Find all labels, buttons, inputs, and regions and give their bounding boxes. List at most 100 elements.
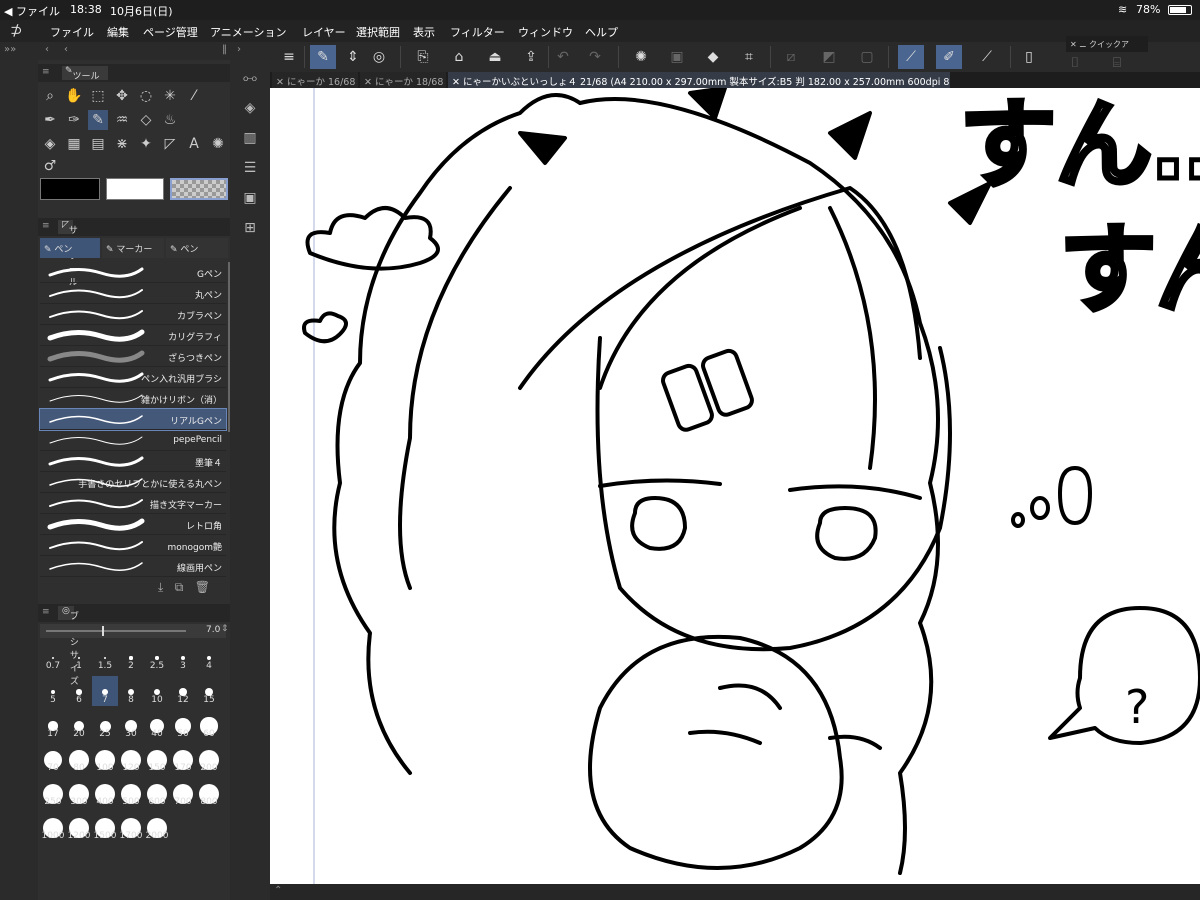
brush-size-option[interactable]: 500 [118,778,144,808]
brush-size-option[interactable]: 5 [40,676,66,706]
menu-layer[interactable]: レイヤー [302,24,346,40]
brush-size-option[interactable]: 4 [196,642,222,672]
menu-window[interactable]: ウィンドウ [518,24,573,40]
brush-size-option[interactable]: 60 [196,710,222,740]
slider-handle[interactable] [102,626,104,636]
menu-filter[interactable]: フィルター [450,24,505,40]
color-circle-icon[interactable]: ◎ [366,45,392,69]
brush-item[interactable]: 雑かけリボン（消） [40,388,226,409]
menu-page[interactable]: ページ管理 [143,24,198,40]
drag-handle-icon[interactable]: ≡ [42,67,50,77]
create-subtool-icon[interactable]: ⧉ [175,580,184,594]
brush-size-option[interactable]: 250 [40,778,66,808]
sliders-icon[interactable]: ⧟ [240,68,260,88]
menu-edit[interactable]: 編集 [107,24,129,40]
brush-size-slider[interactable]: 7.0 ⇕ [40,624,229,638]
document-tab-active[interactable]: ✕ にゃーかいぶといっしょ４ 21/68 (A4 210.00 x 297.00… [448,72,950,88]
brush-size-option[interactable]: 2.5 [144,642,170,672]
lasso-tool-icon[interactable]: ◌ [136,86,156,106]
transparent-color-swatch[interactable] [170,178,228,200]
select-icon[interactable]: ▢ [854,45,880,69]
brush-size-tab[interactable]: ◎ ブラシサイズ [58,606,79,687]
balloon-icon[interactable]: ◸ [160,134,180,154]
quick-access-icon[interactable]: ⌷ [1062,56,1088,70]
brush-size-option[interactable]: 80 [66,744,92,774]
brush-item[interactable]: カリグラフィ [40,325,226,346]
airbrush-icon[interactable]: ♒ [112,110,132,130]
fountain-pen-icon[interactable]: ✑ [64,110,84,130]
brush-size-option[interactable]: 70 [40,744,66,774]
gradient-icon[interactable]: ▦ [64,134,84,154]
layers-icon[interactable]: ◈ [240,98,260,118]
expand-up-icon[interactable]: ⌃ [274,885,282,896]
figure-icon[interactable]: ✦ [136,134,156,154]
menu-view[interactable]: 表示 [413,24,435,40]
move-tool-icon[interactable]: ✥ [112,86,132,106]
stepper-icon[interactable]: ⇕ [221,624,229,634]
expand-left-icon[interactable]: »» [4,44,16,55]
brush-size-option[interactable]: 8 [118,676,144,706]
brush-size-option[interactable]: 120 [118,744,144,774]
brush-size-option[interactable]: 700 [170,778,196,808]
menu-file[interactable]: ファイル [50,24,94,40]
brush-size-option[interactable]: 1500 [92,812,118,842]
brush-item[interactable]: カブラペン [40,304,226,325]
updown-icon[interactable]: ⇕ [340,45,366,69]
text-tool-icon[interactable]: A [184,134,204,154]
brush-item[interactable]: リアルGペン [39,408,227,431]
brush-size-option[interactable]: 1000 [40,812,66,842]
brush-size-option[interactable]: 1.5 [92,642,118,672]
brush-item[interactable]: Gペン [40,262,226,283]
ruler-snap-icon[interactable]: ⟋ [898,45,924,69]
correct-line-icon[interactable]: ♂ [40,156,60,176]
brush-size-option[interactable]: 25 [92,710,118,740]
brush-item[interactable]: 墨筆４ [40,451,226,472]
drag-handle-icon[interactable]: ≡ [42,607,50,617]
chevron-left-icon[interactable]: ‹ [64,44,68,55]
subtool-tab-marker[interactable]: ✎ マーカー [102,238,164,258]
export-icon[interactable]: ⇪ [518,45,544,69]
drag-handle-icon[interactable]: ≡ [42,221,50,231]
brush-item[interactable]: ざらつきペン [40,346,226,367]
drawing-canvas[interactable]: ? すん… すん [270,88,1200,884]
brush-size-option[interactable]: 600 [144,778,170,808]
subtool-tab[interactable]: ◸ サブツール [58,220,78,288]
quick-access-icon[interactable]: ⌸ [1104,56,1130,70]
trash-icon[interactable]: 🗑 [195,580,210,594]
brush-size-option[interactable]: 3 [170,642,196,672]
hamburger-menu-icon[interactable]: ≡ [276,45,302,69]
brush-size-option[interactable]: 20 [66,710,92,740]
list-icon[interactable]: ☰ [240,158,260,178]
brush-size-option[interactable]: 40 [144,710,170,740]
snap-off-icon[interactable]: ⟋ [974,45,1000,69]
invert-selection-icon[interactable]: ◩ [816,45,842,69]
chevron-right-icon[interactable]: › [237,44,241,55]
undo-icon[interactable]: ↶ [550,45,576,69]
document-tab[interactable]: ✕ にゃーか 16/68 [272,72,358,88]
brush-size-option[interactable]: 1700 [118,812,144,842]
brush-item[interactable]: 丸ペン [40,283,226,304]
blend-icon[interactable]: ♨ [160,110,180,130]
brush-size-option[interactable]: 0.7 [40,642,66,672]
magic-wand-icon[interactable]: ✳ [160,86,180,106]
save-icon[interactable]: ⏏ [482,45,508,69]
brush-item[interactable]: pepePencil [40,430,226,451]
open-folder-icon[interactable]: ⌂ [446,45,472,69]
fill-icon[interactable]: ◆ [700,45,726,69]
redo-icon[interactable]: ↷ [582,45,608,69]
brush-item[interactable]: 手書きのセリフとかに使える丸ペン [40,472,226,493]
quick-access-panel[interactable]: ✕ ⚊ クイックア [1066,36,1148,52]
main-color-swatch[interactable] [40,178,100,200]
subtool-tab-pen2[interactable]: ✎ ペン [166,238,228,258]
brush-size-option[interactable]: 12 [170,676,196,706]
frame-border-icon[interactable]: ▤ [88,134,108,154]
brush-size-option[interactable]: 30 [118,710,144,740]
brush-size-option[interactable]: 50 [170,710,196,740]
loading-spinner-icon[interactable]: ✺ [628,45,654,69]
device-icon[interactable]: ▯ [1016,45,1042,69]
brush-item[interactable]: レトロ角 [40,514,226,535]
layer-icon[interactable]: ▣ [664,45,690,69]
document-tab[interactable]: ✕ にゃーか 18/68 [360,72,446,88]
fill-bucket-icon[interactable]: ◈ [40,134,60,154]
back-to-files-link[interactable]: ◀ ファイル [4,3,60,19]
